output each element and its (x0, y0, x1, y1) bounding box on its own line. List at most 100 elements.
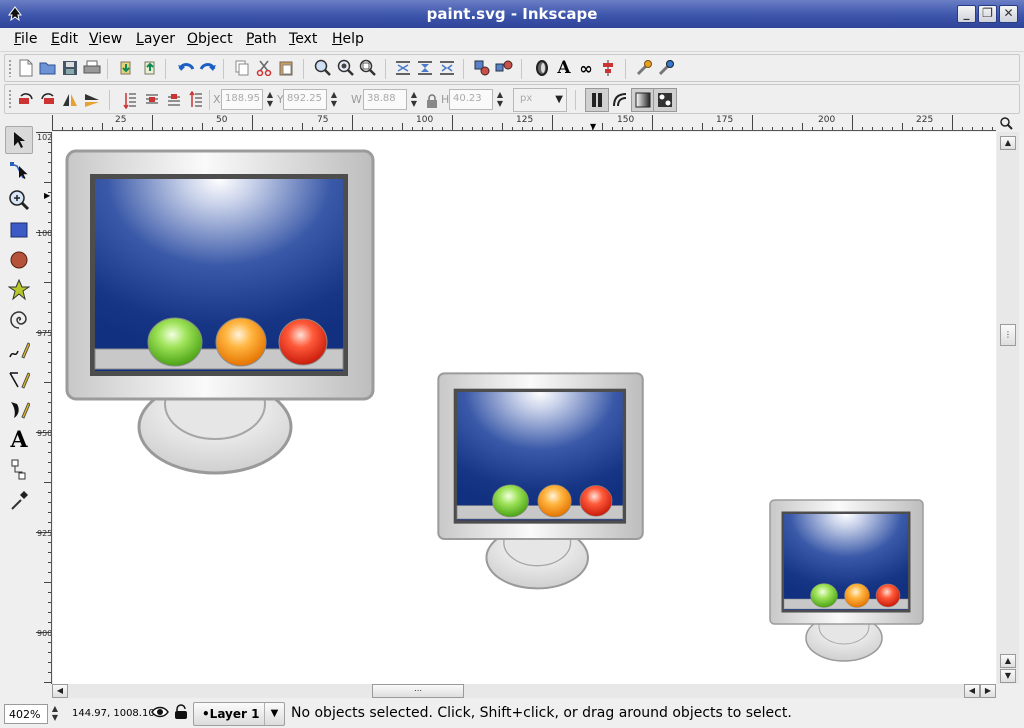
vertical-scroll-thumb[interactable]: ⋮ (1000, 324, 1016, 346)
maximize-button[interactable]: ❐ (978, 5, 997, 23)
new-document-icon[interactable] (15, 57, 37, 79)
ruler-label: 125 (516, 115, 534, 125)
redo-icon[interactable] (197, 57, 219, 79)
ruler-label: 75 (317, 115, 329, 125)
node-tool-icon[interactable] (5, 156, 33, 184)
print-icon[interactable] (81, 57, 103, 79)
drawing-canvas[interactable] (53, 132, 996, 684)
document-properties-icon[interactable] (655, 57, 677, 79)
scroll-left-button[interactable]: ◀ (52, 684, 68, 698)
y-stepper[interactable]: ▲ ▼ (329, 90, 339, 110)
undo-icon[interactable] (175, 57, 197, 79)
w-field[interactable]: 38.88 (363, 89, 407, 110)
close-button[interactable]: ✕ (999, 5, 1018, 23)
connector-tool-icon[interactable] (5, 456, 33, 484)
menu-file[interactable]: File (14, 31, 37, 47)
layer-select[interactable]: •Layer 1 ▼ (193, 702, 285, 726)
x-stepper[interactable]: ▲ ▼ (265, 90, 275, 110)
save-icon[interactable] (59, 57, 81, 79)
ellipse-tool-icon[interactable] (5, 246, 33, 274)
spiral-tool-icon[interactable] (5, 306, 33, 334)
fill-stroke-icon[interactable] (531, 57, 553, 79)
calligraphy-tool-icon[interactable] (5, 396, 33, 424)
lock-layer-icon[interactable] (173, 704, 189, 724)
zoom-stepper[interactable]: ▲ ▼ (50, 704, 60, 724)
menu-path[interactable]: Path (246, 31, 277, 47)
rotate-cw-icon[interactable] (37, 89, 59, 111)
menu-layer[interactable]: Layer (136, 31, 175, 47)
paste-icon[interactable] (275, 57, 297, 79)
h-stepper[interactable]: ▲ ▼ (495, 90, 505, 110)
ruler-label: 950 (37, 429, 52, 438)
horizontal-scroll-thumb[interactable]: ⋯ (372, 684, 464, 698)
text-font-icon[interactable]: A (553, 57, 575, 79)
menu-help[interactable]: Help (332, 31, 364, 47)
xml-editor-icon[interactable]: ∞ (575, 57, 597, 79)
flip-horizontal-icon[interactable] (59, 89, 81, 111)
vertical-scrollbar[interactable]: ▲ ⋮ ▲ ▼ (997, 132, 1019, 684)
chevron-down-icon: ▼ (264, 703, 284, 725)
w-stepper[interactable]: ▲ ▼ (409, 90, 419, 110)
duplicate-icon[interactable] (392, 57, 414, 79)
dropper-tool-icon[interactable] (5, 486, 33, 514)
lower-icon[interactable] (141, 89, 163, 111)
menu-view[interactable]: View (89, 31, 122, 47)
menu-object[interactable]: Object (187, 31, 233, 47)
monitor-large[interactable] (65, 149, 375, 475)
h-field[interactable]: 40.23 (449, 89, 493, 110)
rectangle-tool-icon[interactable] (5, 216, 33, 244)
toolbar-grip[interactable] (8, 89, 12, 109)
text-tool-icon[interactable]: A (5, 426, 33, 454)
scroll-down-button-2[interactable]: ▼ (1000, 669, 1016, 683)
scroll-up-button[interactable]: ▲ (1000, 136, 1016, 150)
rotate-ccw-icon[interactable] (15, 89, 37, 111)
pencil-tool-icon[interactable] (5, 336, 33, 364)
selector-tool-icon[interactable] (5, 126, 33, 154)
preferences-icon[interactable] (633, 57, 655, 79)
y-field[interactable]: 892.25 (283, 89, 327, 110)
zoom-selection-icon[interactable] (312, 57, 334, 79)
group-icon[interactable] (471, 57, 493, 79)
zoom-corner-icon[interactable] (999, 116, 1017, 132)
copy-icon[interactable] (231, 57, 253, 79)
scale-corners-icon[interactable] (609, 89, 631, 111)
minimize-button[interactable]: _ (957, 5, 976, 23)
scroll-down-button[interactable]: ▲ (1000, 654, 1016, 668)
chevron-down-icon: ▼ (555, 94, 563, 105)
window-title: paint.svg - Inkscape (426, 5, 598, 23)
open-icon[interactable] (37, 57, 59, 79)
clone-icon[interactable] (414, 57, 436, 79)
raise-to-top-icon[interactable] (185, 89, 207, 111)
monitor-medium[interactable] (437, 372, 644, 590)
scroll-left-button-2[interactable]: ◀ (964, 684, 980, 698)
move-patterns-icon[interactable] (653, 88, 677, 112)
raise-icon[interactable] (163, 89, 185, 111)
zoom-field[interactable]: 402% (4, 704, 48, 724)
zoom-tool-icon[interactable] (5, 186, 33, 214)
scroll-right-button[interactable]: ▶ (980, 684, 996, 698)
horizontal-scrollbar[interactable]: ◀ ⋯ ◀ ▶ (52, 684, 996, 698)
menu-edit[interactable]: Edit (51, 31, 78, 47)
pen-tool-icon[interactable] (5, 366, 33, 394)
zoom-page-icon[interactable] (357, 57, 379, 79)
unlink-clone-icon[interactable] (436, 57, 458, 79)
import-icon[interactable] (115, 57, 137, 79)
export-icon[interactable] (139, 57, 161, 79)
eye-icon[interactable] (151, 705, 169, 723)
align-distribute-icon[interactable] (597, 57, 619, 79)
move-gradients-icon[interactable] (631, 88, 655, 112)
lower-to-bottom-icon[interactable] (119, 89, 141, 111)
menu-text[interactable]: Text (289, 31, 317, 47)
x-field[interactable]: 188.95 (221, 89, 263, 110)
toolbar-grip[interactable] (8, 59, 12, 77)
zoom-drawing-icon[interactable] (335, 57, 357, 79)
unit-select[interactable]: px ▼ (513, 88, 567, 112)
star-tool-icon[interactable] (5, 276, 33, 304)
cut-icon[interactable] (253, 57, 275, 79)
monitor-small[interactable] (769, 499, 924, 662)
ruler-label: 200 (818, 115, 836, 125)
ungroup-icon[interactable] (493, 57, 515, 79)
flip-vertical-icon[interactable] (81, 89, 103, 111)
scale-stroke-icon[interactable] (585, 88, 609, 112)
lock-icon[interactable] (421, 90, 443, 112)
